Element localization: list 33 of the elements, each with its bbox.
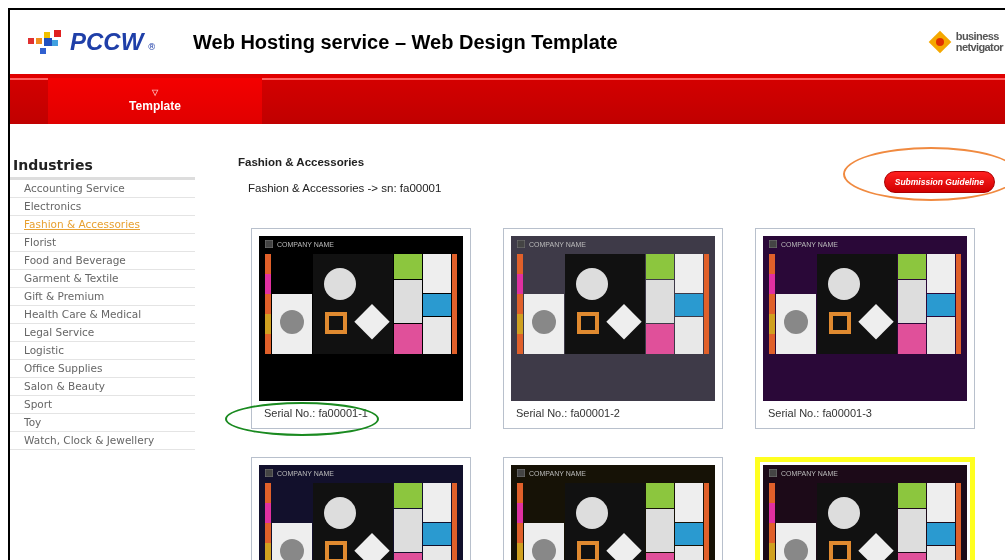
- sidebar-item[interactable]: Health Care & Medical: [10, 306, 195, 324]
- sidebar-item[interactable]: Office Supplies: [10, 360, 195, 378]
- sidebar-item[interactable]: Logistic: [10, 342, 195, 360]
- sidebar-item[interactable]: Accounting Service: [10, 180, 195, 198]
- sidebar-title: Industries: [10, 154, 195, 180]
- serial-number: Serial No.: fa00001-2: [515, 406, 621, 419]
- logo-icon: [769, 240, 777, 248]
- sidebar-item[interactable]: Food and Beverage: [10, 252, 195, 270]
- sidebar-item[interactable]: Electronics: [10, 198, 195, 216]
- partner-logo-text: netvigator: [955, 42, 1003, 53]
- serial-number: Serial No.: fa00001-3: [767, 406, 873, 419]
- section-heading: Fashion & Accessories: [238, 156, 366, 168]
- registered-mark: ®: [147, 42, 157, 52]
- sidebar-item[interactable]: Legal Service: [10, 324, 195, 342]
- logo-icon: [769, 469, 777, 477]
- sidebar-item[interactable]: Florist: [10, 234, 195, 252]
- sidebar-item[interactable]: Garment & Textile: [10, 270, 195, 288]
- logo-icon: [517, 469, 525, 477]
- logo-icon: [265, 240, 273, 248]
- page-title: Web Hosting service – Web Design Template: [193, 30, 618, 54]
- sidebar-item[interactable]: Watch, Clock & Jewellery: [10, 432, 195, 450]
- serial-number: Serial No.: fa00001-1: [263, 406, 369, 419]
- sidebar-item[interactable]: Salon & Beauty: [10, 378, 195, 396]
- sidebar-item[interactable]: Toy: [10, 414, 195, 432]
- nav-tab[interactable]: ▽ Template: [48, 78, 262, 124]
- brand-name: PCCW: [70, 28, 144, 56]
- submission-guideline-button[interactable]: Submission Guideline: [883, 171, 995, 193]
- sidebar-item[interactable]: Gift & Premium: [10, 288, 195, 306]
- breadcrumb: Fashion & Accessories -> sn: fa00001: [247, 182, 442, 194]
- logo-icon: [265, 469, 273, 477]
- logo-icon: [517, 240, 525, 248]
- partner-logo-text: business: [955, 31, 1000, 42]
- sidebar-item[interactable]: Sport: [10, 396, 195, 414]
